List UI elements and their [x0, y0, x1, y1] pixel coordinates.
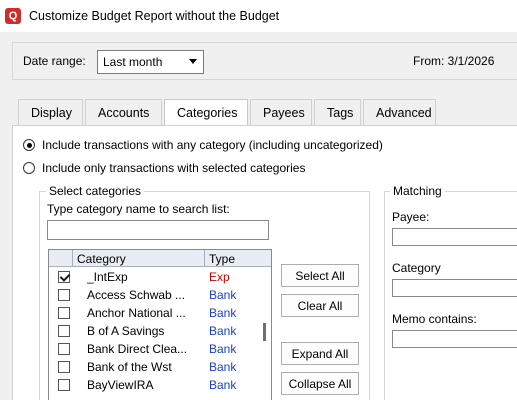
- select-all-label: Select All: [295, 268, 345, 283]
- column-header-type[interactable]: Type: [209, 252, 235, 266]
- matching-title: Matching: [390, 184, 445, 198]
- tab-advanced[interactable]: Advanced: [363, 99, 436, 126]
- radio-button-checked[interactable]: [23, 139, 35, 151]
- category-type: Bank: [209, 360, 237, 374]
- category-name: _IntExp: [87, 270, 128, 284]
- select-all-button[interactable]: Select All: [281, 264, 359, 287]
- radio-selected-categories[interactable]: Include only transactions with selected …: [23, 161, 305, 175]
- table-row[interactable]: Bank Direct Clea... Bank: [49, 340, 259, 358]
- radio-any-category[interactable]: Include transactions with any category (…: [23, 138, 383, 152]
- title-bar: Q Customize Budget Report without the Bu…: [0, 0, 517, 32]
- row-checkbox[interactable]: [58, 325, 70, 337]
- grid-vertical-scrollbar[interactable]: [259, 267, 271, 400]
- expand-all-button[interactable]: Expand All: [281, 342, 359, 365]
- report-tabs: Display Accounts Categories Payees Tags …: [18, 99, 438, 127]
- row-checkbox[interactable]: [58, 361, 70, 373]
- radio-any-category-label: Include transactions with any category (…: [42, 138, 383, 152]
- category-name: B of A Savings: [87, 324, 165, 338]
- category-match-label: Category: [392, 261, 441, 275]
- category-name: Bank of the Wst: [87, 360, 172, 374]
- category-grid: Category Type _IntExp Exp Access Schwab …: [48, 249, 272, 400]
- column-header-category[interactable]: Category: [77, 252, 126, 266]
- row-checkbox[interactable]: [58, 379, 70, 391]
- clear-all-label: Clear All: [297, 298, 343, 313]
- expand-all-label: Expand All: [291, 346, 349, 361]
- chevron-down-icon: [189, 59, 197, 64]
- category-type: Exp: [209, 270, 230, 284]
- table-row[interactable]: B of A Savings Bank: [49, 322, 259, 340]
- row-checkbox[interactable]: [58, 307, 70, 319]
- tab-display[interactable]: Display: [18, 99, 83, 126]
- category-match-input[interactable]: [392, 279, 517, 297]
- collapse-all-button[interactable]: Collapse All: [281, 372, 359, 395]
- table-row[interactable]: Bank of the Wst Bank: [49, 358, 259, 376]
- tab-categories[interactable]: Categories: [164, 99, 248, 127]
- row-checkbox[interactable]: [58, 343, 70, 355]
- category-type: Bank: [209, 306, 237, 320]
- grid-header-check-column: [49, 250, 73, 266]
- payee-input[interactable]: [392, 228, 517, 246]
- quicken-app-icon: Q: [5, 8, 21, 24]
- payee-label: Payee:: [392, 210, 430, 224]
- table-row[interactable]: BayViewIRA Bank: [49, 376, 259, 394]
- category-type: Bank: [209, 342, 237, 356]
- select-categories-title: Select categories: [46, 184, 145, 198]
- category-type: Bank: [209, 378, 237, 392]
- category-name: Bank Direct Clea...: [87, 342, 188, 356]
- category-name: BayViewIRA: [87, 378, 154, 392]
- table-row[interactable]: Anchor National ... Bank: [49, 304, 259, 322]
- date-range-value: Last month: [103, 55, 163, 69]
- tab-payees[interactable]: Payees: [250, 99, 312, 126]
- memo-contains-label: Memo contains:: [392, 312, 477, 326]
- category-name: Anchor National ...: [87, 306, 186, 320]
- table-row[interactable]: _IntExp Exp: [49, 268, 259, 286]
- radio-selected-categories-label: Include only transactions with selected …: [42, 161, 306, 175]
- date-range-toolbar: Date range: Last month From: 3/1/2026: [12, 42, 517, 80]
- column-divider: [204, 250, 205, 266]
- scrollbar-thumb[interactable]: [263, 323, 266, 341]
- date-range-select[interactable]: Last month: [97, 50, 204, 74]
- from-date-label: From: 3/1/2026: [413, 54, 495, 68]
- category-type: Bank: [209, 288, 237, 302]
- tab-tags[interactable]: Tags: [314, 99, 361, 126]
- memo-contains-input[interactable]: [392, 330, 517, 348]
- table-row[interactable]: Access Schwab ... Bank: [49, 286, 259, 304]
- grid-header: Category Type: [49, 250, 271, 267]
- collapse-all-label: Collapse All: [288, 376, 352, 391]
- radio-button-unchecked[interactable]: [23, 162, 35, 174]
- category-search-input[interactable]: [47, 220, 269, 240]
- row-checkbox[interactable]: [58, 271, 70, 283]
- tab-accounts[interactable]: Accounts: [85, 99, 162, 126]
- row-checkbox[interactable]: [58, 289, 70, 301]
- search-hint-label: Type category name to search list:: [47, 202, 230, 216]
- category-name: Access Schwab ...: [87, 288, 186, 302]
- category-type: Bank: [209, 324, 237, 338]
- window-title: Customize Budget Report without the Budg…: [29, 9, 280, 23]
- date-range-label: Date range:: [23, 54, 86, 68]
- clear-all-button[interactable]: Clear All: [281, 294, 359, 317]
